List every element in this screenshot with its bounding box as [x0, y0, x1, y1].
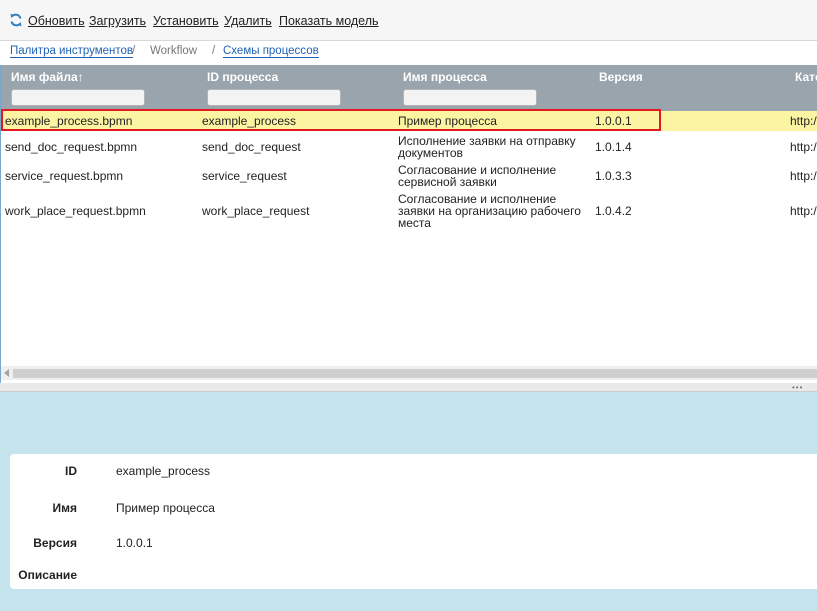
- column-header-process-name[interactable]: Имя процесса: [403, 70, 487, 84]
- toolbar: Обновить Загрузить Установить Удалить По…: [0, 0, 817, 41]
- cell-process-name: Исполнение заявки на отправку документов: [398, 134, 576, 160]
- show-model-button[interactable]: Показать модель: [279, 14, 379, 28]
- breadcrumb-separator: /: [132, 45, 136, 57]
- cell-process-name: Согласование и исполнение сервисной заяв…: [398, 163, 557, 189]
- detail-label-version: Версия: [33, 536, 77, 550]
- cell-version: 1.0.3.3: [595, 169, 632, 183]
- cell-process-id: work_place_request: [202, 204, 310, 218]
- cell-process-name: Пример процесса: [398, 114, 497, 128]
- detail-value-version: 1.0.0.1: [116, 536, 153, 550]
- table-row[interactable]: service_request.bpmn service_request Сог…: [1, 162, 817, 190]
- cell-version: 1.0.0.1: [595, 114, 632, 128]
- detail-value-name: Пример процесса: [116, 501, 215, 515]
- upload-button[interactable]: Загрузить: [89, 14, 146, 28]
- scroll-left-arrow-icon[interactable]: [4, 369, 9, 377]
- install-button[interactable]: Установить: [153, 14, 219, 28]
- detail-label-description: Описание: [18, 568, 77, 582]
- cell-process-id: send_doc_request: [202, 140, 301, 154]
- delete-button[interactable]: Удалить: [224, 14, 272, 28]
- cell-version: 1.0.4.2: [595, 204, 632, 218]
- cell-file-name: work_place_request.bpmn: [5, 204, 146, 218]
- cell-category: http:/: [790, 204, 817, 218]
- cell-category: http:/: [790, 140, 817, 154]
- cell-file-name: send_doc_request.bpmn: [5, 140, 138, 154]
- cell-file-name: service_request.bpmn: [5, 169, 124, 183]
- breadcrumb-process-schemes[interactable]: Схемы процессов: [223, 45, 319, 58]
- breadcrumb-separator: /: [212, 45, 216, 57]
- column-header-category[interactable]: Кате: [795, 70, 817, 84]
- column-header-process-id[interactable]: ID процесса: [207, 70, 278, 84]
- cell-process-name: Согласование и исполнение заявки на орга…: [398, 192, 581, 230]
- detail-value-id: example_process: [116, 464, 211, 478]
- filter-file-name[interactable]: [11, 89, 145, 106]
- breadcrumb-tool-palette[interactable]: Палитра инструментов: [10, 45, 134, 58]
- table-row[interactable]: example_process.bpmn example_process При…: [1, 111, 817, 131]
- cell-category: http:/: [790, 169, 817, 183]
- column-header-file-name[interactable]: Имя файла↑: [11, 70, 84, 84]
- cell-category: http:/: [790, 114, 817, 128]
- panel-splitter[interactable]: •••: [0, 383, 817, 392]
- cell-process-id: example_process: [202, 114, 297, 128]
- cell-process-id: service_request: [202, 169, 287, 183]
- grid-header: Имя файла↑ ID процесса Имя процесса Верс…: [1, 65, 817, 111]
- filter-process-id[interactable]: [207, 89, 341, 106]
- refresh-button[interactable]: Обновить: [28, 14, 85, 28]
- cell-version: 1.0.1.4: [595, 140, 632, 154]
- scrollbar-thumb[interactable]: [13, 369, 817, 378]
- detail-label-name: Имя: [52, 501, 77, 515]
- breadcrumb: Палитра инструментов / Workflow / Схемы …: [0, 41, 817, 65]
- horizontal-scrollbar[interactable]: [1, 366, 817, 380]
- refresh-icon[interactable]: [9, 13, 23, 27]
- detail-panel: ID example_process Имя Пример процесса В…: [10, 454, 817, 589]
- cell-file-name: example_process.bpmn: [5, 114, 133, 128]
- filter-process-name[interactable]: [403, 89, 537, 106]
- process-grid: Имя файла↑ ID процесса Имя процесса Верс…: [0, 65, 817, 383]
- detail-label-id: ID: [65, 464, 77, 478]
- table-row[interactable]: work_place_request.bpmn work_place_reque…: [1, 192, 817, 232]
- column-header-version[interactable]: Версия: [599, 70, 643, 84]
- table-row[interactable]: send_doc_request.bpmn send_doc_request И…: [1, 133, 817, 161]
- breadcrumb-workflow: Workflow: [150, 45, 198, 57]
- splitter-grip-icon[interactable]: •••: [792, 383, 803, 392]
